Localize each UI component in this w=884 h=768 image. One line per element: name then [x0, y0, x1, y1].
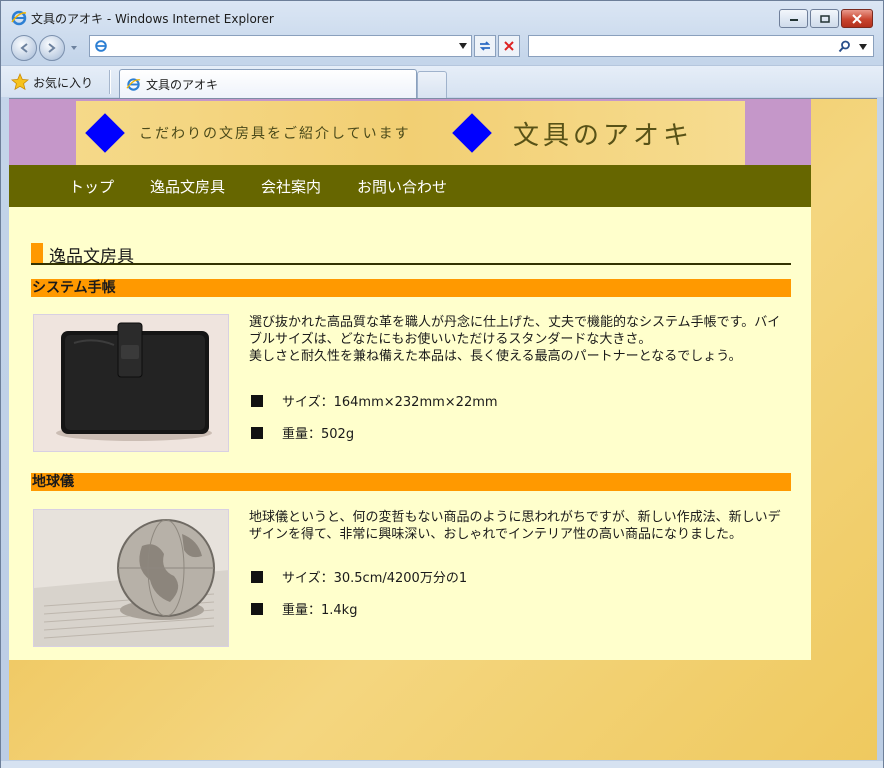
maximize-button[interactable] [810, 9, 839, 28]
ie-page-icon [126, 77, 141, 91]
nav-company[interactable]: 会社案内 [261, 176, 321, 197]
nav-products[interactable]: 逸品文房具 [150, 176, 225, 197]
browser-window: 文具のアオキ - Windows Internet Explorer お気に入り… [0, 0, 884, 768]
favorites-label: お気に入り [33, 75, 94, 90]
diamond-icon [85, 113, 125, 153]
search-icon[interactable] [838, 40, 851, 53]
site-banner: こだわりの文房具をご紹介しています 文具のアオキ [9, 99, 811, 165]
spec-item: 重量：1.4kg [251, 599, 357, 618]
refresh-icon [479, 41, 491, 51]
bullet-icon [251, 570, 263, 583]
nav-contact[interactable]: お問い合わせ [357, 176, 447, 197]
product-title-globe: 地球儀 [31, 473, 791, 491]
search-bar[interactable] [528, 35, 874, 57]
close-button[interactable] [841, 9, 873, 28]
minimize-button[interactable] [779, 9, 808, 28]
tab-row: お気に入り 文具のアオキ [1, 65, 883, 98]
global-nav: トップ 逸品文房具 会社案内 お問い合わせ [9, 165, 811, 207]
tab-active[interactable]: 文具のアオキ [119, 69, 417, 98]
spec-item: 重量：502g [251, 423, 354, 442]
search-dropdown-icon[interactable] [859, 44, 867, 50]
new-tab-button[interactable] [417, 71, 447, 98]
spec-weight-globe: 重量：1.4kg [282, 603, 358, 618]
banner-inner: こだわりの文房具をご紹介しています 文具のアオキ [76, 101, 745, 165]
ie-icon [11, 10, 27, 26]
back-arrow-icon [20, 43, 28, 53]
section-heading: 逸品文房具 [31, 241, 791, 267]
bullet-icon [251, 602, 263, 615]
history-dropdown-icon[interactable] [70, 44, 78, 52]
bullet-icon [251, 426, 263, 439]
spec-item: サイズ：164mm×232mm×22mm [251, 391, 498, 410]
product-image-globe [33, 509, 229, 647]
minimize-icon [789, 18, 798, 21]
spec-weight-planner: 重量：502g [282, 427, 355, 442]
spec-size-planner: サイズ：164mm×232mm×22mm [282, 395, 498, 410]
site-logo[interactable]: 文具のアオキ [513, 115, 693, 152]
product-description-planner: 選び抜かれた高品質な革を職人が丹念に仕上げた、丈夫で機能的なシステム手帳です。バ… [249, 315, 781, 364]
globe-image [34, 510, 228, 646]
address-bar[interactable] [89, 35, 472, 57]
site-tagline: こだわりの文房具をご紹介しています [139, 126, 411, 142]
star-icon [11, 73, 29, 91]
search-input[interactable] [533, 38, 823, 54]
section-title: 逸品文房具 [49, 247, 134, 267]
address-dropdown-icon[interactable] [459, 43, 467, 49]
navigation-row [1, 33, 883, 63]
diamond-icon [452, 113, 492, 153]
product-description-globe: 地球儀というと、何の変哲もない商品のように思われがちですが、新しい作成法、新しい… [249, 510, 781, 542]
refresh-button[interactable] [474, 35, 496, 57]
ie-page-icon [95, 40, 107, 52]
heading-marker [31, 243, 43, 263]
stop-button[interactable] [498, 35, 520, 57]
nav-top[interactable]: トップ [69, 176, 114, 197]
address-input[interactable] [112, 38, 442, 54]
planner-image [34, 315, 228, 451]
status-bar [1, 761, 883, 768]
forward-button[interactable] [39, 35, 65, 61]
close-icon [852, 13, 862, 24]
product-image-planner [33, 314, 229, 452]
back-button[interactable] [11, 35, 37, 61]
title-bar: 文具のアオキ - Windows Internet Explorer [1, 1, 883, 33]
forward-arrow-icon [48, 43, 56, 53]
stop-icon [504, 41, 514, 51]
maximize-icon [819, 14, 830, 23]
page-viewport: こだわりの文房具をご紹介しています 文具のアオキ トップ 逸品文房具 会社案内 … [9, 98, 877, 760]
tab-label: 文具のアオキ [146, 77, 219, 92]
product-title-planner: システム手帳 [31, 279, 791, 297]
favorites-button[interactable]: お気に入り [11, 71, 93, 93]
spec-size-globe: サイズ：30.5cm/4200万分の1 [282, 571, 468, 586]
toolbar-divider [109, 70, 111, 94]
spec-item: サイズ：30.5cm/4200万分の1 [251, 567, 467, 586]
page-content: こだわりの文房具をご紹介しています 文具のアオキ トップ 逸品文房具 会社案内 … [9, 99, 811, 660]
bullet-icon [251, 394, 263, 407]
window-title: 文具のアオキ - Windows Internet Explorer [31, 12, 274, 26]
